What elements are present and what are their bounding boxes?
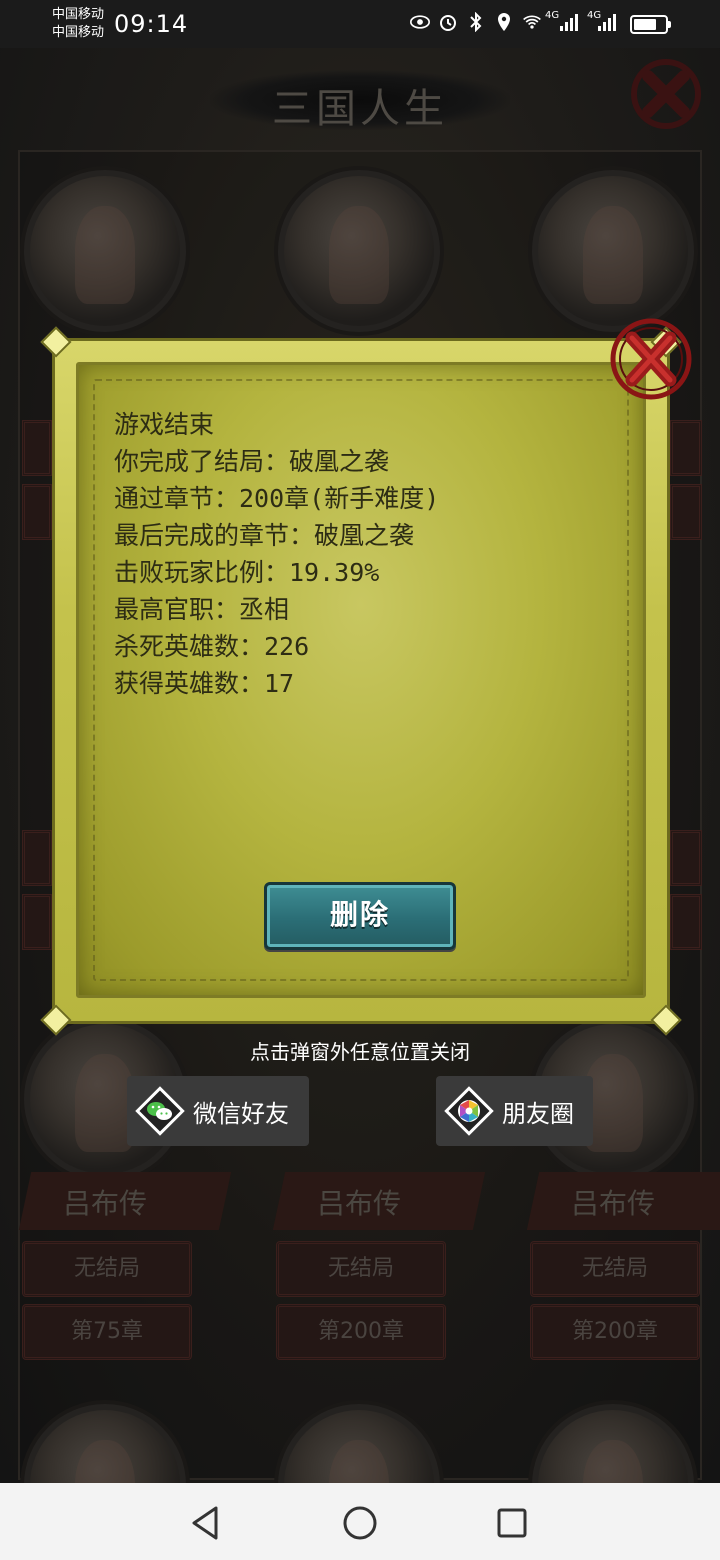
- share-moments-label: 朋友圈: [502, 1099, 574, 1128]
- back-icon[interactable]: [186, 1503, 226, 1543]
- carrier-label-1: 中国移动: [52, 7, 105, 22]
- hero-portrait: [284, 176, 434, 326]
- wifi-icon: [522, 12, 542, 32]
- result-summary: 游戏结束 你完成了结局：破凰之袭 通过章节：200章(新手难度) 最后完成的章节…: [114, 406, 634, 702]
- hero-portrait: [30, 176, 180, 326]
- side-box: [22, 830, 52, 886]
- card-chapter[interactable]: 第75章: [22, 1304, 192, 1360]
- carrier-label-2: 中国移动: [52, 25, 105, 40]
- close-hint: 点击弹窗外任意位置关闭: [250, 1040, 470, 1064]
- side-box: [22, 484, 52, 540]
- network-type-1: 4G: [545, 10, 560, 21]
- result-line-highest-rank: 最高官职：丞相: [114, 595, 290, 624]
- alarm-icon: [438, 12, 458, 32]
- card-chapter[interactable]: 第200章: [276, 1304, 446, 1360]
- result-line-defeat-ratio: 击败玩家比例：19.39%: [114, 558, 380, 587]
- result-line-heroes-gained: 获得英雄数：17: [114, 669, 295, 698]
- network-type-2: 4G: [587, 10, 602, 21]
- side-box: [670, 420, 702, 476]
- bluetooth-icon: [466, 12, 486, 32]
- result-line-heroes-killed: 杀死英雄数：226: [114, 632, 310, 661]
- battery-icon: [630, 15, 671, 34]
- system-nav-bar: [0, 1483, 720, 1560]
- clock: 09:14: [114, 10, 189, 38]
- share-wechat-label: 微信好友: [193, 1099, 289, 1128]
- card-ending[interactable]: 无结局: [22, 1241, 192, 1297]
- share-wechat-button[interactable]: 微信好友: [127, 1076, 309, 1146]
- home-icon[interactable]: [340, 1503, 380, 1543]
- moments-icon: [444, 1086, 494, 1136]
- wechat-icon: [135, 1086, 185, 1136]
- close-icon[interactable]: [624, 56, 708, 132]
- card-ending[interactable]: 无结局: [530, 1241, 700, 1297]
- result-line-chapters: 通过章节：200章(新手难度): [114, 484, 440, 513]
- side-box: [670, 894, 702, 950]
- recents-icon[interactable]: [492, 1503, 532, 1543]
- result-line-title: 游戏结束: [114, 410, 215, 439]
- card-name: 吕布传: [316, 1187, 401, 1220]
- delete-button[interactable]: 删除: [264, 882, 456, 950]
- result-line-ending: 你完成了结局：破凰之袭: [114, 447, 390, 476]
- card-name: 吕布传: [62, 1187, 147, 1220]
- card-ending[interactable]: 无结局: [276, 1241, 446, 1297]
- share-moments-button[interactable]: 朋友圈: [436, 1076, 593, 1146]
- close-icon[interactable]: [604, 314, 698, 404]
- card-chapter[interactable]: 第200章: [530, 1304, 700, 1360]
- side-box: [22, 894, 52, 950]
- card-name: 吕布传: [570, 1187, 655, 1220]
- side-box: [670, 484, 702, 540]
- eye-icon: [410, 12, 430, 32]
- side-box: [670, 830, 702, 886]
- status-bar: 中国移动 中国移动 09:14 4G 4G: [0, 0, 720, 48]
- side-box: [22, 420, 52, 476]
- result-line-last-chapter: 最后完成的章节：破凰之袭: [114, 521, 415, 550]
- game-title: 三国人生: [272, 86, 448, 132]
- carrier-info: 中国移动 中国移动: [52, 6, 104, 42]
- location-icon: [494, 12, 514, 32]
- hero-portrait: [538, 176, 688, 326]
